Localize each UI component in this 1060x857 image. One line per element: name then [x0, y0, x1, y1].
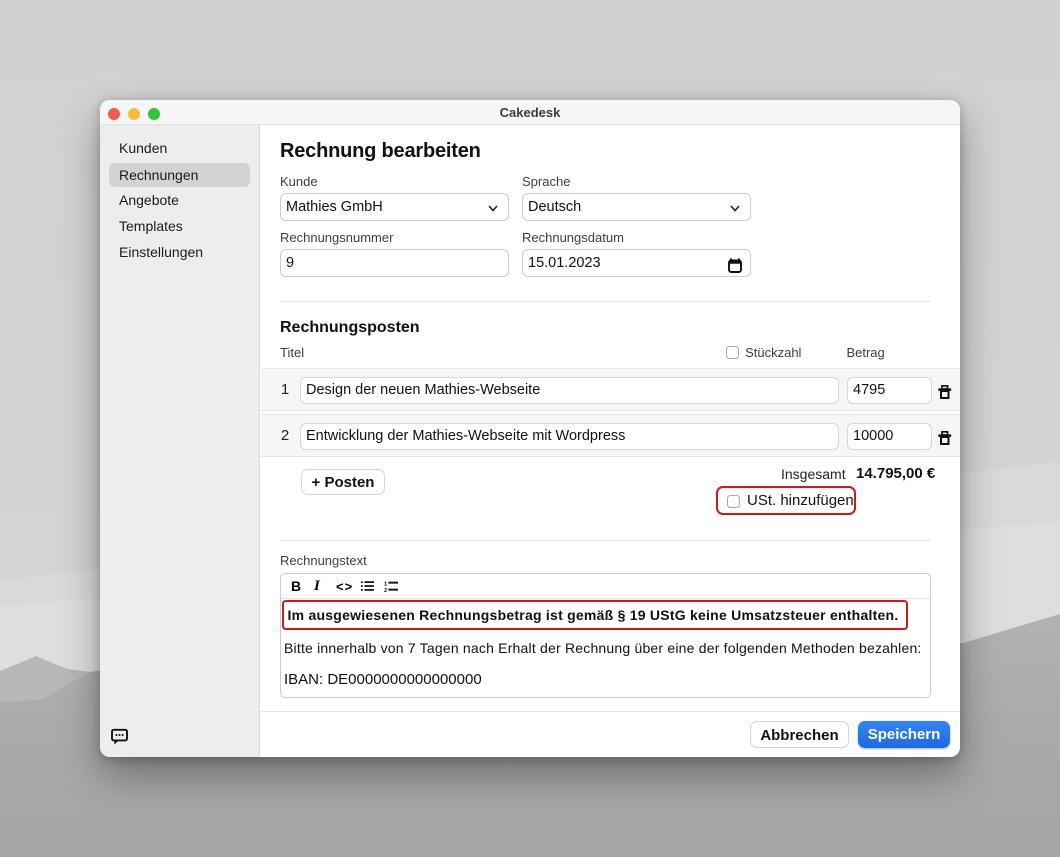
- svg-text:1: 1: [384, 581, 387, 587]
- svg-text:2: 2: [384, 587, 387, 592]
